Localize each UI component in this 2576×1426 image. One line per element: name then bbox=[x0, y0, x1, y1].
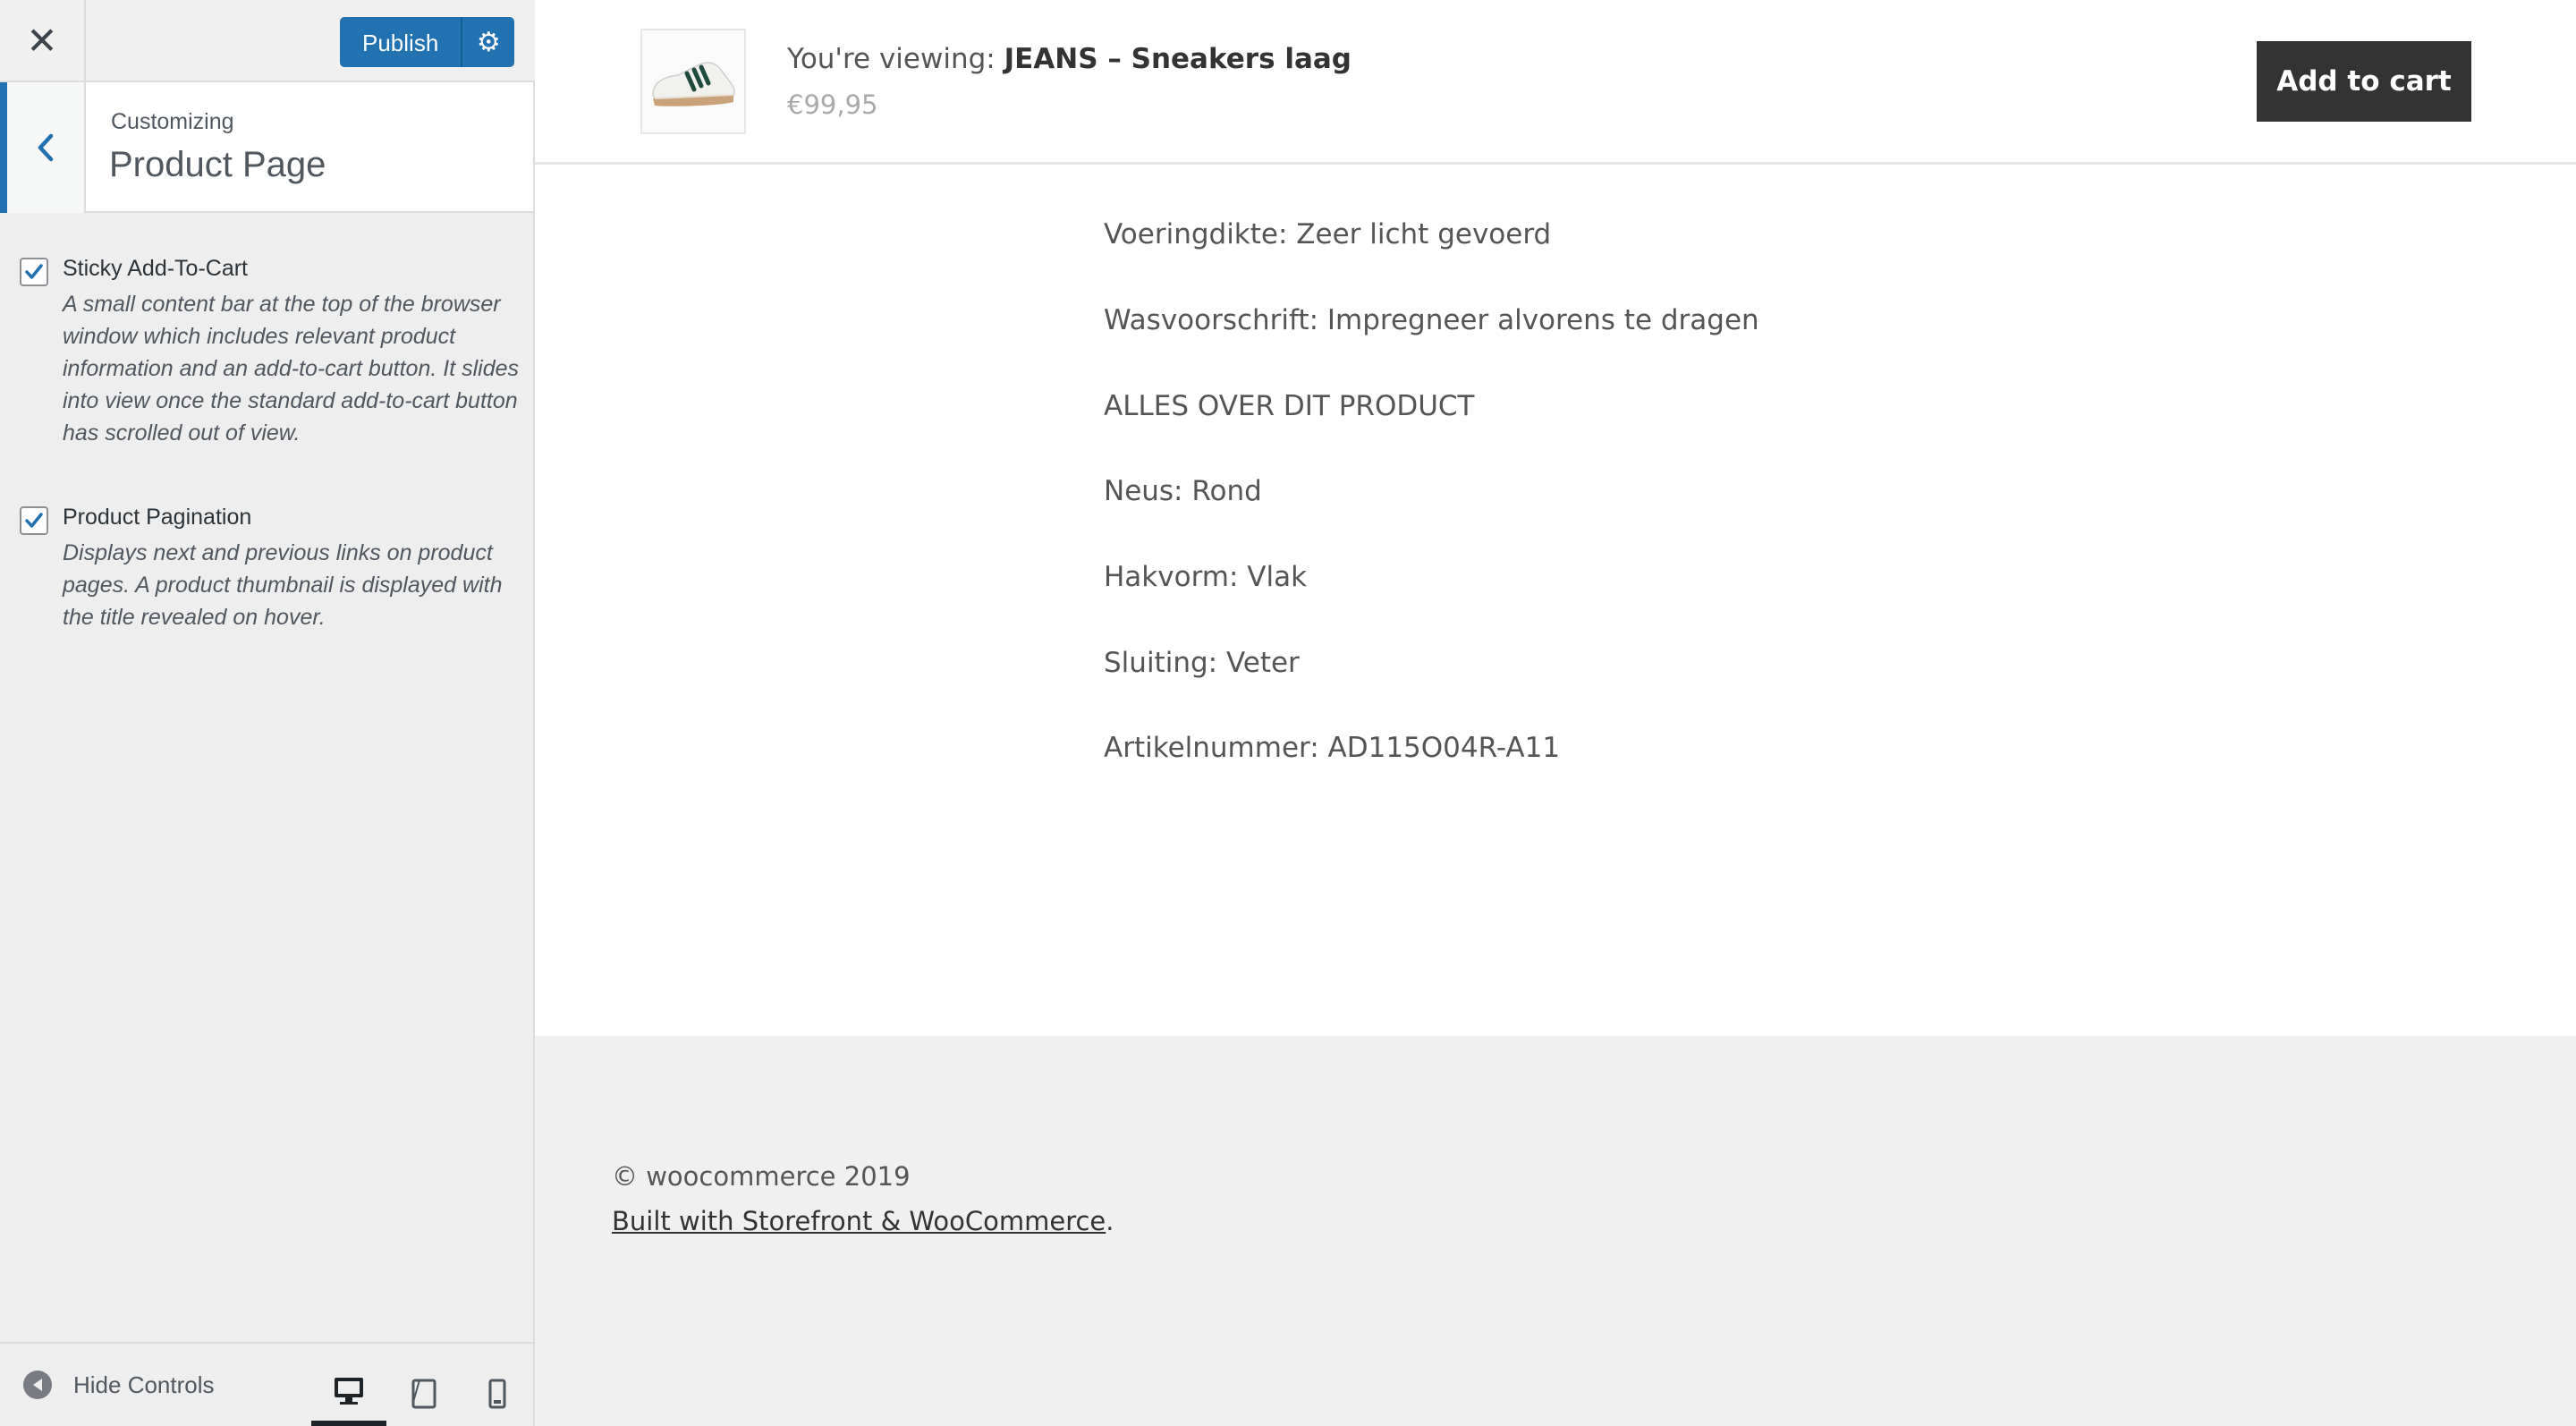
sticky-add-to-cart-label[interactable]: Sticky Add-To-Cart bbox=[63, 256, 248, 282]
close-icon: ✕ bbox=[26, 18, 58, 63]
preview-mobile-button[interactable] bbox=[460, 1362, 535, 1426]
section-header: Customizing Product Page bbox=[0, 82, 533, 213]
add-to-cart-button[interactable]: Add to cart bbox=[2257, 41, 2471, 122]
sticky-add-to-cart-checkbox[interactable] bbox=[20, 258, 48, 286]
hide-controls-button[interactable]: Hide Controls bbox=[23, 1371, 215, 1399]
gear-icon: ⚙ bbox=[476, 26, 501, 58]
spec-lining: Voeringdikte: Zeer licht gevoerd bbox=[1104, 218, 1552, 250]
chevron-left-icon bbox=[38, 133, 54, 162]
credit-line: Built with Storefront & WooCommerce. bbox=[612, 1206, 1114, 1236]
checkmark-icon bbox=[25, 513, 43, 528]
collapse-icon bbox=[23, 1371, 52, 1399]
spec-article-number: Artikelnummer: AD115O04R-A11 bbox=[1104, 732, 1561, 764]
publish-button[interactable]: Publish bbox=[340, 17, 462, 67]
site-preview: You're viewing: JEANS – Sneakers laag €9… bbox=[535, 0, 2576, 1426]
sticky-add-to-cart-description: A small content bar at the top of the br… bbox=[63, 292, 520, 446]
customizer-header: ✕ Publish ⚙ bbox=[0, 0, 535, 82]
checkmark-icon bbox=[25, 264, 43, 279]
back-button[interactable] bbox=[0, 82, 86, 213]
credit-suffix: . bbox=[1106, 1206, 1114, 1236]
spec-heel: Hakvorm: Vlak bbox=[1104, 561, 1308, 593]
spec-toe: Neus: Rond bbox=[1104, 475, 1262, 507]
product-name: JEANS – Sneakers laag bbox=[1004, 43, 1352, 75]
publish-settings-button[interactable]: ⚙ bbox=[461, 17, 515, 67]
product-price: €99,95 bbox=[787, 89, 878, 120]
customizer-footer: Hide Controls bbox=[0, 1342, 533, 1426]
product-thumbnail[interactable] bbox=[640, 29, 746, 134]
publish-group: Publish ⚙ bbox=[340, 17, 515, 67]
desktop-icon bbox=[335, 1378, 363, 1405]
spec-heading: ALLES OVER DIT PRODUCT bbox=[1104, 390, 1475, 422]
sticky-add-to-cart-control: Sticky Add-To-Cart A small content bar a… bbox=[20, 256, 519, 462]
close-customizer-button[interactable]: ✕ bbox=[0, 0, 86, 81]
sneaker-image bbox=[642, 30, 744, 132]
spec-closure: Sluiting: Veter bbox=[1104, 647, 1300, 679]
viewing-line: You're viewing: JEANS – Sneakers laag bbox=[787, 43, 1352, 75]
product-pagination-control: Product Pagination Displays next and pre… bbox=[20, 505, 517, 648]
copyright-text: © woocommerce 2019 bbox=[612, 1161, 911, 1192]
product-pagination-label[interactable]: Product Pagination bbox=[63, 505, 251, 531]
tablet-icon bbox=[411, 1379, 436, 1409]
mobile-icon bbox=[488, 1379, 506, 1409]
section-title: Product Page bbox=[109, 145, 326, 184]
preview-tablet-button[interactable] bbox=[386, 1362, 462, 1426]
customizing-label: Customizing bbox=[111, 109, 234, 134]
site-footer: © woocommerce 2019 Built with Storefront… bbox=[535, 1036, 2576, 1426]
product-pagination-checkbox[interactable] bbox=[20, 506, 48, 535]
product-pagination-description: Displays next and previous links on prod… bbox=[63, 540, 503, 630]
spec-washing: Wasvoorschrift: Impregneer alvorens te d… bbox=[1104, 304, 1759, 336]
viewing-prefix: You're viewing: bbox=[787, 43, 1004, 75]
hide-controls-label: Hide Controls bbox=[73, 1371, 215, 1398]
preview-desktop-button[interactable] bbox=[311, 1362, 386, 1426]
storefront-credit-link[interactable]: Built with Storefront & WooCommerce bbox=[612, 1206, 1106, 1236]
sticky-add-to-cart-bar: You're viewing: JEANS – Sneakers laag €9… bbox=[535, 0, 2576, 165]
customizer-sidebar: ✕ Publish ⚙ Customizing Product Page Sti… bbox=[0, 0, 535, 1426]
